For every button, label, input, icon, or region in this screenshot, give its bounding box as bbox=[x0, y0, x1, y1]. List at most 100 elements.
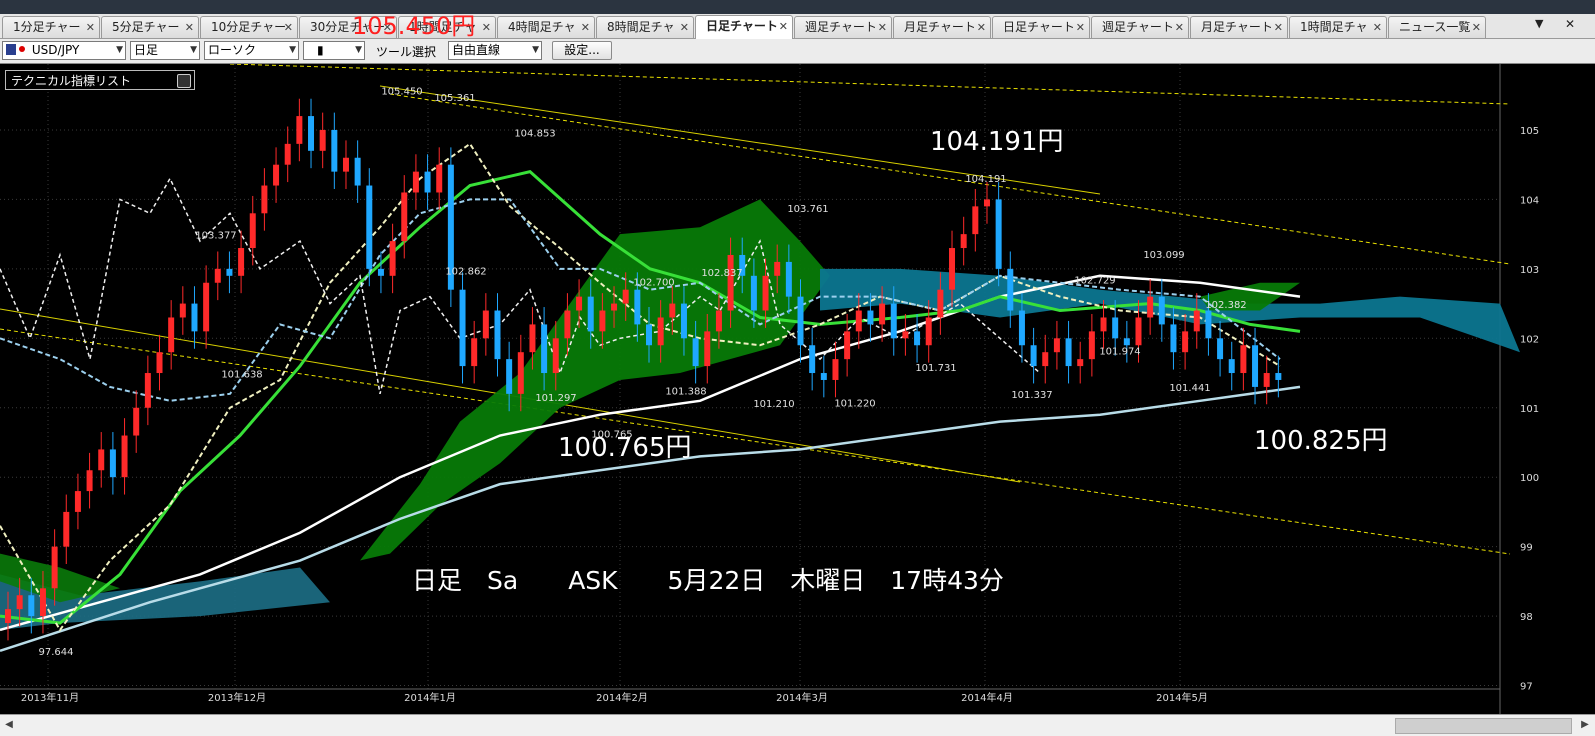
date-axis: 2013年11月 2013年12月 2014年1月 2014年2月 2014年3月 201… bbox=[21, 691, 1208, 704]
tab-1[interactable]: 1分足チャー ✕ bbox=[2, 16, 100, 38]
annotation-low-price: 100.765円 bbox=[558, 433, 692, 463]
chikou-span bbox=[0, 142, 1281, 632]
price-label: 102.700 bbox=[633, 278, 674, 289]
tab-label: 1分足チャー bbox=[13, 20, 81, 34]
chart-style-label: ローソク bbox=[208, 43, 257, 57]
candle-body bbox=[1007, 268, 1014, 311]
close-icon[interactable]: ✕ bbox=[977, 17, 986, 38]
tab-overflow-icon[interactable]: ▼ bbox=[1535, 17, 1543, 30]
candle-body bbox=[634, 289, 641, 325]
symbol-select[interactable]: USD/JPY ▼ bbox=[2, 41, 126, 60]
candle-body bbox=[890, 303, 897, 339]
close-icon[interactable]: ✕ bbox=[779, 16, 788, 37]
candle-body bbox=[646, 324, 652, 346]
annotation-info-line: 日足 Sa ASK 5月22日 木曜日 17時43分 bbox=[412, 566, 1004, 595]
candle-body bbox=[412, 171, 419, 193]
candle-body bbox=[459, 289, 466, 367]
candle-body bbox=[809, 345, 816, 374]
candle-body bbox=[704, 331, 711, 367]
candle-body bbox=[63, 511, 70, 547]
candle-body bbox=[39, 588, 46, 617]
tab-10[interactable]: 月足チャート ✕ bbox=[893, 16, 991, 38]
candle-body bbox=[377, 268, 384, 276]
tab-2[interactable]: 5分足チャー ✕ bbox=[101, 16, 199, 38]
close-icon[interactable]: ✕ bbox=[1274, 17, 1283, 38]
horizontal-scrollbar[interactable]: ◀ ▶ bbox=[0, 714, 1595, 736]
tab-9[interactable]: 週足チャート ✕ bbox=[794, 16, 892, 38]
tab-7[interactable]: 8時間足チャ ✕ bbox=[596, 16, 694, 38]
annotation-last-price: 100.825円 bbox=[1254, 426, 1388, 456]
candle-body bbox=[424, 171, 431, 193]
close-icon[interactable]: ✕ bbox=[1472, 17, 1481, 38]
flag-icon bbox=[6, 44, 28, 55]
price-label: 102.837 bbox=[701, 268, 742, 279]
close-icon[interactable]: ✕ bbox=[878, 17, 887, 38]
trend-line bbox=[389, 93, 1511, 265]
candle-body bbox=[51, 546, 58, 589]
close-icon[interactable]: ✕ bbox=[1373, 17, 1382, 38]
scroll-left-icon[interactable]: ◀ bbox=[2, 717, 16, 732]
scrollbar-thumb[interactable] bbox=[1395, 718, 1572, 734]
candle-body bbox=[622, 289, 629, 304]
chart-grid bbox=[0, 64, 1501, 714]
chevron-down-icon: ▼ bbox=[116, 45, 123, 55]
candle-body bbox=[960, 234, 967, 249]
candle-body bbox=[1088, 331, 1095, 360]
tab-14[interactable]: 1時間足チャ ✕ bbox=[1289, 16, 1387, 38]
tab-8[interactable]: 日足チャート ✕ bbox=[695, 15, 793, 39]
tab-11[interactable]: 日足チャート ✕ bbox=[992, 16, 1090, 38]
candle-body bbox=[1135, 317, 1142, 346]
candle-body bbox=[342, 157, 349, 172]
close-icon[interactable]: ✕ bbox=[680, 17, 689, 38]
tab-15[interactable]: ニュース一覧 ✕ bbox=[1388, 16, 1486, 38]
close-icon[interactable]: ✕ bbox=[185, 17, 194, 38]
candle-body bbox=[1193, 310, 1200, 332]
price-label: 101.974 bbox=[1099, 346, 1140, 357]
candle-body bbox=[750, 275, 757, 311]
close-icon[interactable]: ✕ bbox=[581, 17, 590, 38]
close-icon[interactable]: ✕ bbox=[482, 17, 491, 38]
period-select[interactable]: 日足 ▼ bbox=[130, 41, 200, 60]
scroll-right-icon[interactable]: ▶ bbox=[1578, 717, 1592, 732]
chart-style-select[interactable]: ローソク ▼ bbox=[204, 41, 299, 60]
tab-label: 月足チャート bbox=[904, 20, 976, 34]
tab-label: 1時間足チャ bbox=[1300, 20, 1368, 34]
chevron-down-icon: ▼ bbox=[289, 45, 296, 55]
price-label: 103.377 bbox=[195, 230, 236, 241]
tab-label: 8時間足チャ bbox=[607, 20, 675, 34]
candle-body bbox=[564, 310, 571, 339]
indicator-list-panel[interactable]: テクニカル指標リスト bbox=[5, 70, 195, 90]
tab-3[interactable]: 10分足チャー ✕ bbox=[200, 16, 298, 38]
tab-6[interactable]: 4時間足チャ ✕ bbox=[497, 16, 595, 38]
candle-body bbox=[1275, 373, 1282, 380]
collapse-icon[interactable] bbox=[177, 74, 191, 88]
tab-12[interactable]: 週足チャート ✕ bbox=[1091, 16, 1189, 38]
price-label: 97.644 bbox=[39, 647, 74, 658]
candle-body bbox=[1077, 359, 1084, 367]
candle-body bbox=[902, 331, 909, 339]
tab-13[interactable]: 月足チャート ✕ bbox=[1190, 16, 1288, 38]
annotation-mid-price: 104.191円 bbox=[930, 127, 1064, 157]
close-window-icon[interactable]: ✕ bbox=[1565, 17, 1575, 31]
candle-body bbox=[319, 129, 326, 151]
candle-body bbox=[1263, 373, 1270, 387]
price-label: 101.638 bbox=[221, 369, 262, 380]
settings-button[interactable]: 設定... bbox=[552, 41, 612, 60]
close-icon[interactable]: ✕ bbox=[86, 17, 95, 38]
candle-body bbox=[1053, 338, 1060, 353]
price-label: 103.761 bbox=[787, 204, 828, 215]
candle-body bbox=[168, 317, 175, 353]
candle-type-select[interactable]: ▮ ▼ bbox=[303, 41, 365, 60]
candle-body bbox=[401, 192, 408, 242]
price-tick-label: 97 bbox=[1520, 682, 1533, 693]
price-chart[interactable]: 105.450 105.361 104.853 103.377 102.862 101.6… bbox=[0, 64, 1595, 714]
price-label: 101.220 bbox=[834, 398, 875, 409]
tool-select[interactable]: 自由直線 ▼ bbox=[448, 41, 542, 60]
top-price-overlay: 105.450円 bbox=[352, 12, 476, 40]
close-icon[interactable]: ✕ bbox=[1175, 17, 1184, 38]
candle-body bbox=[1205, 310, 1212, 339]
close-icon[interactable]: ✕ bbox=[284, 17, 293, 38]
candle-body bbox=[284, 143, 291, 165]
chevron-down-icon: ▼ bbox=[190, 45, 197, 55]
close-icon[interactable]: ✕ bbox=[1076, 17, 1085, 38]
